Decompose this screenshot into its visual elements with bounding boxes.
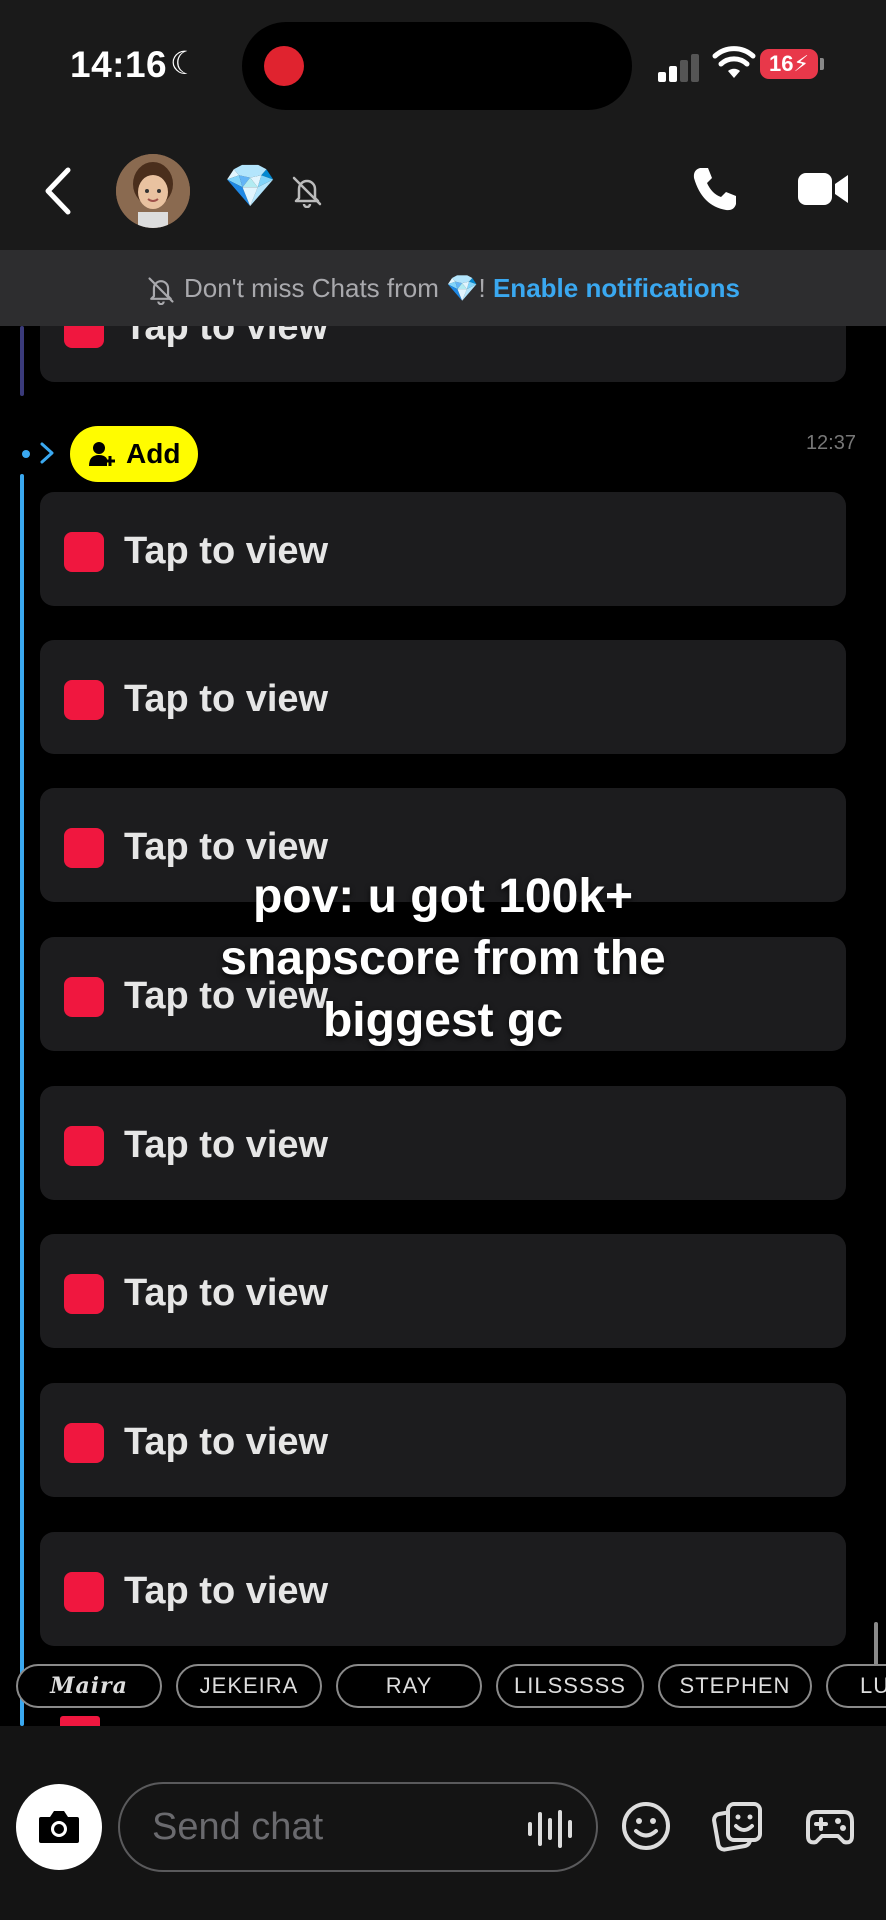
thread-line-top xyxy=(20,326,24,396)
member-chip[interactable]: LILSSSSS xyxy=(496,1664,644,1708)
dynamic-island xyxy=(242,22,632,110)
snap-square-icon xyxy=(64,1423,104,1463)
status-time: 14:16 xyxy=(70,44,168,85)
message-timestamp: 12:37 xyxy=(805,432,856,454)
snap-card[interactable]: Tap to view xyxy=(40,1234,846,1348)
cellular-signal-icon xyxy=(658,48,704,82)
caption-line: snapscore from the xyxy=(220,932,666,985)
member-chip[interactable]: LU xyxy=(826,1664,886,1708)
snap-label: Tap to view xyxy=(124,1272,329,1314)
snap-card[interactable]: Tap to view xyxy=(40,326,846,382)
camera-icon xyxy=(39,1811,79,1843)
gem-emoji: 💎 xyxy=(224,162,277,209)
snap-label: Tap to view xyxy=(124,678,329,720)
member-chips: Maira JEKEIRA RAY LILSSSSS STEPHEN LU xyxy=(0,1660,886,1714)
chat-input-placeholder: Send chat xyxy=(152,1806,324,1848)
snap-square-icon xyxy=(64,1572,104,1612)
add-friend-icon xyxy=(89,442,115,466)
caption-line: biggest gc xyxy=(322,994,564,1047)
phone-icon[interactable] xyxy=(690,164,740,214)
banner-text: Don't miss Chats from xyxy=(183,273,447,303)
banner-gem: 💎 xyxy=(446,273,479,303)
chat-input[interactable]: Send chat xyxy=(118,1782,598,1872)
top-bar: 14:16 ☾ 16⚡ 💎 xyxy=(0,0,886,250)
thread-line-main xyxy=(20,474,24,1726)
avatar[interactable] xyxy=(116,154,190,228)
snap-card[interactable]: Tap to view xyxy=(40,492,846,606)
camera-button[interactable] xyxy=(16,1784,102,1870)
snap-square-icon xyxy=(60,1716,100,1726)
game-icon[interactable] xyxy=(804,1800,856,1852)
sender-row: Add xyxy=(0,426,886,486)
battery-tip xyxy=(820,58,824,70)
snap-label: Tap to view xyxy=(124,326,329,348)
sticker-icon[interactable] xyxy=(712,1800,764,1852)
snap-card[interactable]: Tap to view xyxy=(40,1086,846,1200)
add-label: Add xyxy=(126,438,181,469)
snap-label: Tap to view xyxy=(124,1570,329,1612)
bell-off-icon xyxy=(292,176,322,208)
banner-bang: ! xyxy=(478,273,486,303)
chat-header: 💎 xyxy=(0,140,886,240)
add-friend-button[interactable]: Add xyxy=(70,426,198,482)
snap-square-icon xyxy=(64,1274,104,1314)
recording-indicator xyxy=(264,46,304,86)
wifi-icon xyxy=(712,46,756,78)
snap-card[interactable]: Tap to view xyxy=(40,640,846,754)
member-chip[interactable]: Maira xyxy=(16,1664,162,1708)
battery-level: 16 xyxy=(769,51,794,76)
snap-label: Tap to view xyxy=(124,1421,329,1463)
snap-square-icon xyxy=(64,828,104,868)
voice-icon[interactable] xyxy=(526,1808,578,1850)
snap-square-icon xyxy=(64,1126,104,1166)
video-icon[interactable] xyxy=(796,170,850,208)
moon-icon: ☾ xyxy=(170,45,199,81)
chevron-right-icon xyxy=(40,442,54,464)
composer-bar: Send chat xyxy=(0,1726,886,1920)
member-chip[interactable]: STEPHEN xyxy=(658,1664,812,1708)
snap-square-icon xyxy=(64,680,104,720)
dot-icon xyxy=(22,450,30,458)
snap-card[interactable]: Tap to view xyxy=(40,1532,846,1646)
member-chip[interactable]: JEKEIRA xyxy=(176,1664,322,1708)
emoji-icon[interactable] xyxy=(620,1800,672,1852)
caption-line: pov: u got 100k+ xyxy=(252,870,634,923)
snap-square-icon xyxy=(64,532,104,572)
snap-label: Tap to view xyxy=(124,1124,329,1166)
enable-notifications-link[interactable]: Enable notifications xyxy=(493,273,740,303)
status-bar: 14:16 ☾ 16⚡ xyxy=(0,0,886,130)
back-chevron-icon[interactable] xyxy=(40,166,76,216)
snap-label: Tap to view xyxy=(124,530,329,572)
snap-label: Tap to view xyxy=(124,826,329,868)
bell-off-icon xyxy=(148,277,174,306)
member-chip[interactable]: RAY xyxy=(336,1664,482,1708)
snap-square-icon xyxy=(64,326,104,348)
notification-banner: Don't miss Chats from 💎! Enable notifica… xyxy=(0,250,886,326)
video-caption: pov: u got 100k+ snapscore from the bigg… xyxy=(0,866,886,1052)
snap-card[interactable]: Tap to view xyxy=(40,1383,846,1497)
battery-icon: 16⚡ xyxy=(760,49,818,79)
